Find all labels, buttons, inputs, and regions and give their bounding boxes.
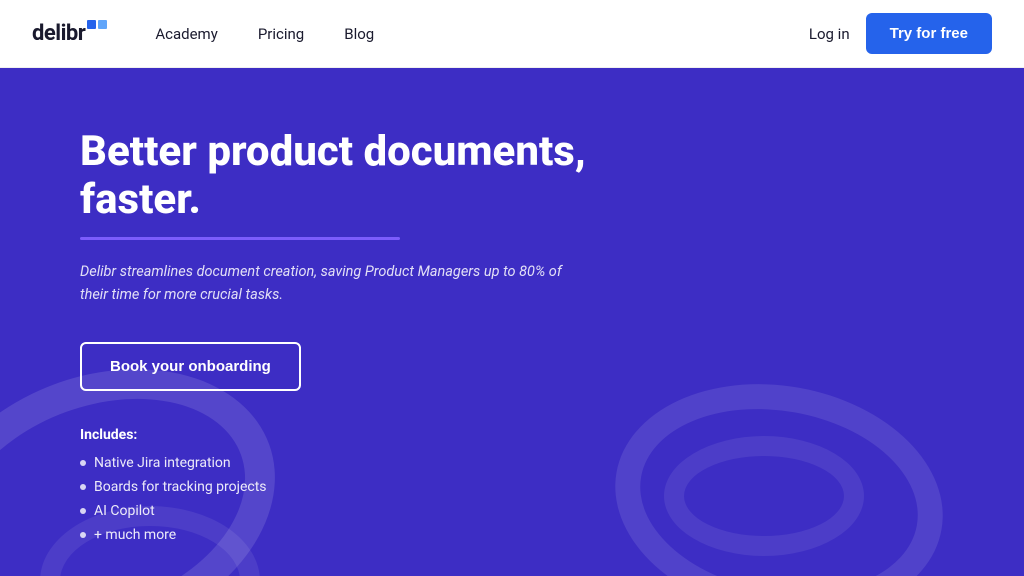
logo-text: delibr	[32, 21, 85, 46]
list-item-text: Boards for tracking projects	[94, 479, 267, 495]
nav-link-pricing[interactable]: Pricing	[242, 17, 320, 51]
nav-link-academy[interactable]: Academy	[139, 17, 233, 51]
hero-title: Better product documents, faster.	[80, 128, 680, 225]
logo: delibr	[32, 20, 107, 48]
bullet-icon	[80, 484, 86, 490]
nav-links: Academy Pricing Blog	[139, 17, 809, 51]
onboarding-button[interactable]: Book your onboarding	[80, 342, 301, 391]
navbar: delibr Academy Pricing Blog Log in Try f…	[0, 0, 1024, 68]
list-item: Boards for tracking projects	[80, 479, 944, 495]
wave-decoration-3	[40, 506, 260, 576]
nav-right: Log in Try for free	[809, 13, 992, 54]
hero-subtitle: Delibr streamlines document creation, sa…	[80, 260, 580, 306]
bullet-icon	[80, 508, 86, 514]
includes-label: Includes:	[80, 427, 944, 443]
list-item-text: Native Jira integration	[94, 455, 231, 471]
list-item: Native Jira integration	[80, 455, 944, 471]
bullet-icon	[80, 460, 86, 466]
login-link[interactable]: Log in	[809, 25, 850, 43]
nav-link-blog[interactable]: Blog	[328, 17, 390, 51]
hero-section: Better product documents, faster. Delibr…	[0, 68, 1024, 576]
list-item: AI Copilot	[80, 503, 944, 519]
wave-decoration-2	[664, 436, 864, 556]
title-underline	[80, 237, 400, 240]
try-for-free-button[interactable]: Try for free	[866, 13, 992, 54]
logo-icon	[87, 20, 107, 40]
